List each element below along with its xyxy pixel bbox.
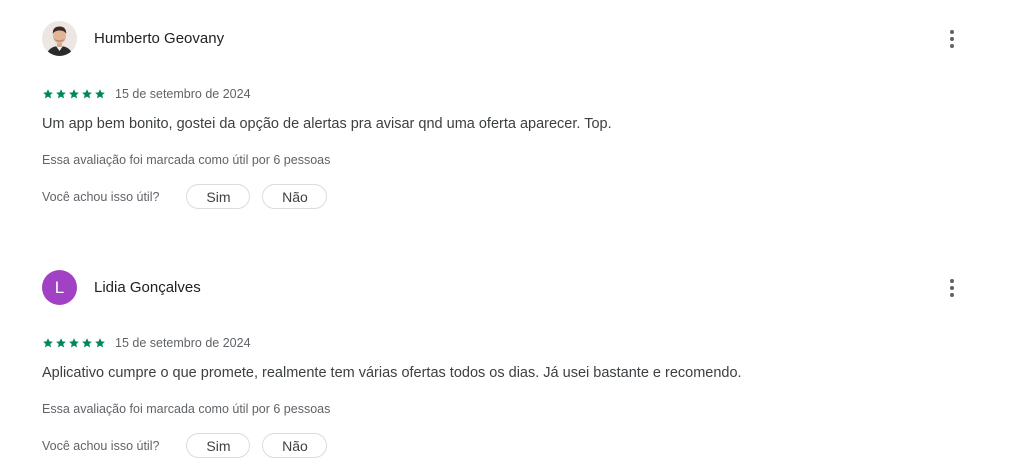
star-icon bbox=[43, 338, 53, 348]
star-icon bbox=[82, 89, 92, 99]
helpful-question: Você achou isso útil? bbox=[42, 189, 160, 204]
helpful-no-button[interactable]: Não bbox=[262, 433, 328, 458]
review-card: L Lidia Gonçalves 15 de setembro de 2024… bbox=[42, 270, 982, 458]
helpful-yes-button[interactable]: Sim bbox=[186, 184, 251, 209]
helpful-count: Essa avaliação foi marcada como útil por… bbox=[42, 153, 331, 167]
review-text: Um app bem bonito, gostei da opção de al… bbox=[42, 116, 612, 132]
more-options-button[interactable] bbox=[940, 276, 964, 300]
review-text: Aplicativo cumpre o que promete, realmen… bbox=[42, 365, 742, 381]
avatar-photo-icon bbox=[42, 21, 77, 56]
star-icon bbox=[43, 89, 53, 99]
review-card: Humberto Geovany 15 de setembro de 2024 … bbox=[42, 21, 982, 209]
star-icon bbox=[69, 89, 79, 99]
helpful-count: Essa avaliação foi marcada como útil por… bbox=[42, 402, 331, 416]
star-icon bbox=[95, 338, 105, 348]
helpful-question: Você achou isso útil? bbox=[42, 438, 160, 453]
star-icon bbox=[82, 338, 92, 348]
review-header: L Lidia Gonçalves bbox=[42, 270, 982, 306]
avatar: L bbox=[42, 270, 77, 305]
avatar bbox=[42, 21, 77, 56]
helpful-no-button[interactable]: Não bbox=[262, 184, 328, 209]
review-meta: 15 de setembro de 2024 bbox=[42, 86, 251, 102]
avatar-letter: L bbox=[54, 277, 65, 297]
review-author: Lidia Gonçalves bbox=[94, 279, 201, 296]
star-icon bbox=[69, 338, 79, 348]
more-vert-icon bbox=[950, 30, 954, 48]
more-options-button[interactable] bbox=[940, 27, 964, 51]
helpful-yes-button[interactable]: Sim bbox=[186, 433, 251, 458]
helpful-feedback: Você achou isso útil? Sim Não bbox=[42, 432, 328, 459]
helpful-feedback: Você achou isso útil? Sim Não bbox=[42, 183, 328, 210]
star-icon bbox=[95, 89, 105, 99]
review-author: Humberto Geovany bbox=[94, 30, 225, 47]
review-meta: 15 de setembro de 2024 bbox=[42, 335, 251, 351]
review-date: 15 de setembro de 2024 bbox=[115, 87, 251, 101]
star-rating bbox=[42, 88, 106, 100]
star-rating bbox=[42, 337, 106, 349]
star-icon bbox=[56, 338, 66, 348]
more-vert-icon bbox=[950, 279, 954, 297]
review-header: Humberto Geovany bbox=[42, 21, 982, 57]
star-icon bbox=[56, 89, 66, 99]
review-date: 15 de setembro de 2024 bbox=[115, 336, 251, 350]
